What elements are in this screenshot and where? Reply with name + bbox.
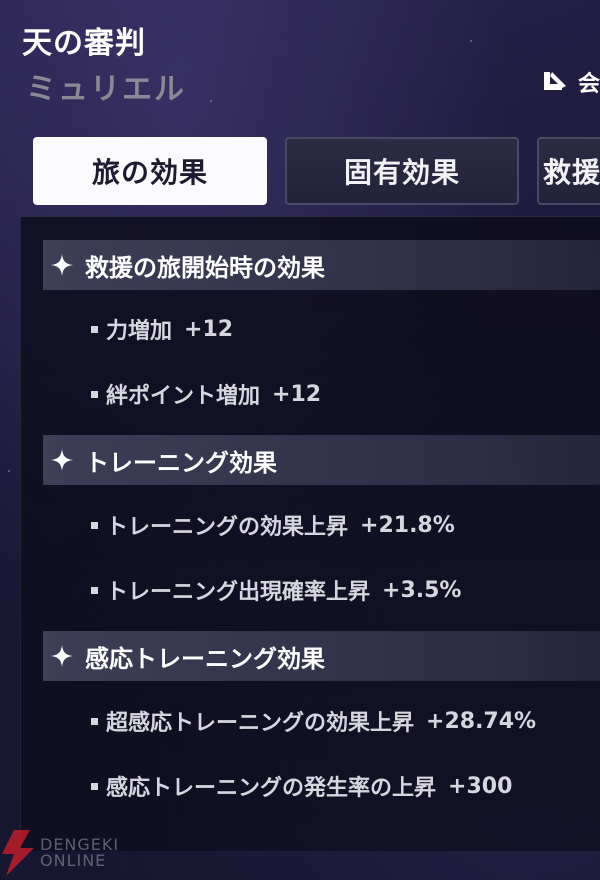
effect-value: +12 [184, 316, 234, 342]
section-header: トレーニング効果 [43, 435, 600, 485]
section-title: トレーニング効果 [85, 448, 277, 477]
sparkle-icon [51, 645, 73, 667]
tab-journey-effects[interactable]: 旅の効果 [33, 137, 267, 205]
watermark: DENGEKI ONLINE [0, 830, 119, 876]
effect-value: +300 [448, 773, 513, 799]
watermark-line2: ONLINE [40, 851, 107, 870]
character-name: ミュリエル [26, 72, 186, 107]
effect-label: トレーニング出現確率上昇 [106, 580, 371, 605]
effect-value: +21.8% [360, 512, 455, 538]
effect-label: トレーニングの効果上昇 [106, 515, 349, 540]
bullet-icon [91, 717, 98, 725]
section-header: 感応トレーニング効果 [43, 631, 600, 681]
effect-label: 超感応トレーニングの効果上昇 [106, 711, 415, 736]
effect-item: 感応トレーニングの発生率の上昇 +300 [91, 770, 512, 802]
effect-item: 力増加 +12 [91, 313, 233, 345]
effect-value: +3.5% [382, 577, 462, 603]
sparkle-icon [51, 449, 73, 471]
background-star [470, 40, 472, 42]
effect-label: 感応トレーニングの発生率の上昇 [106, 776, 437, 801]
effect-value: +28.74% [426, 708, 537, 734]
effect-value: +12 [272, 381, 322, 407]
background-star [210, 100, 212, 102]
section-header: 救援の旅開始時の効果 [43, 240, 600, 290]
effect-item: 絆ポイント増加 +12 [91, 378, 321, 410]
tab-bar: 旅の効果 固有効果 救援 [33, 137, 600, 205]
effect-label: 絆ポイント増加 [106, 384, 261, 409]
bullet-icon [91, 325, 98, 333]
top-right-button[interactable]: 会 [542, 66, 600, 98]
background-star [8, 470, 10, 472]
tab-rescue[interactable]: 救援 [537, 137, 600, 205]
bullet-icon [91, 390, 98, 398]
effect-item: 超感応トレーニングの効果上昇 +28.74% [91, 705, 536, 737]
effect-item: トレーニングの効果上昇 +21.8% [91, 509, 455, 541]
section-title: 感応トレーニング効果 [85, 644, 325, 673]
bullet-icon [91, 521, 98, 529]
bullet-icon [91, 782, 98, 790]
bullet-icon [91, 586, 98, 594]
expand-arrow-icon [542, 70, 568, 94]
effect-item: トレーニング出現確率上昇 +3.5% [91, 574, 461, 606]
top-right-label: 会 [577, 72, 600, 97]
lightning-logo-icon [2, 830, 34, 876]
effects-panel: 救援の旅開始時の効果 力増加 +12 絆ポイント増加 +12 トレーニング効果 … [20, 216, 600, 851]
section-title: 救援の旅開始時の効果 [85, 253, 325, 282]
page-title: 天の審判 [22, 26, 146, 61]
sparkle-icon [51, 254, 73, 276]
tab-unique-effects[interactable]: 固有効果 [285, 137, 519, 205]
effect-label: 力増加 [106, 319, 173, 344]
